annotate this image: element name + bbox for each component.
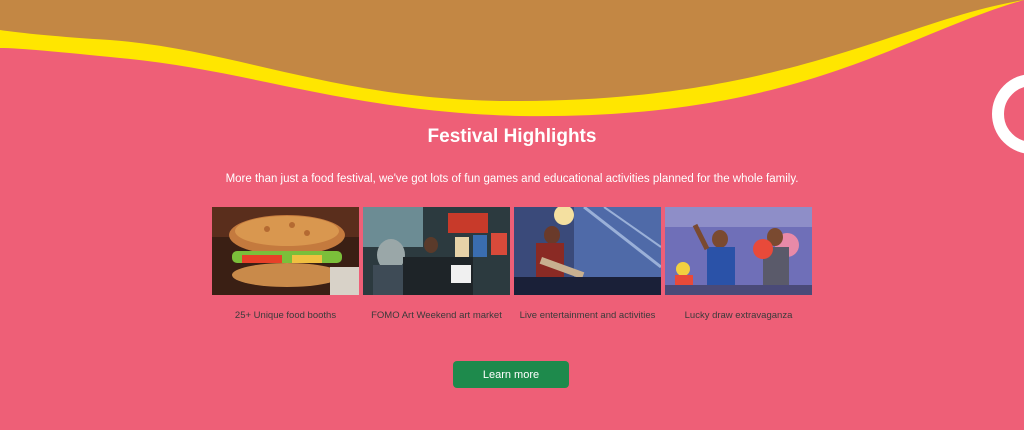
highlight-card-food: 25+ Unique food booths: [212, 207, 359, 321]
live-band-photo: [514, 207, 661, 295]
highlight-caption: Lucky draw extravaganza: [684, 310, 793, 321]
lucky-draw-photo: [665, 207, 812, 295]
section-subtitle: More than just a food festival, we've go…: [225, 173, 799, 185]
highlight-card-entertainment: Live entertainment and activities: [514, 207, 661, 321]
highlight-caption: FOMO Art Weekend art market: [371, 310, 502, 321]
sandwich-photo: [212, 207, 359, 295]
highlight-card-art: FOMO Art Weekend art market: [363, 207, 510, 321]
top-wave-decoration: [0, 0, 1024, 117]
highlight-card-lucky-draw: Lucky draw extravaganza: [665, 207, 812, 321]
highlight-caption: 25+ Unique food booths: [234, 310, 337, 321]
highlight-caption: Live entertainment and activities: [519, 310, 656, 321]
highlights-grid: 25+ Unique food booths FOMO Art Weekend …: [212, 207, 812, 327]
learn-more-button[interactable]: Learn more: [453, 361, 569, 388]
section-title: Festival Highlights: [427, 126, 597, 147]
art-market-photo: [363, 207, 510, 295]
